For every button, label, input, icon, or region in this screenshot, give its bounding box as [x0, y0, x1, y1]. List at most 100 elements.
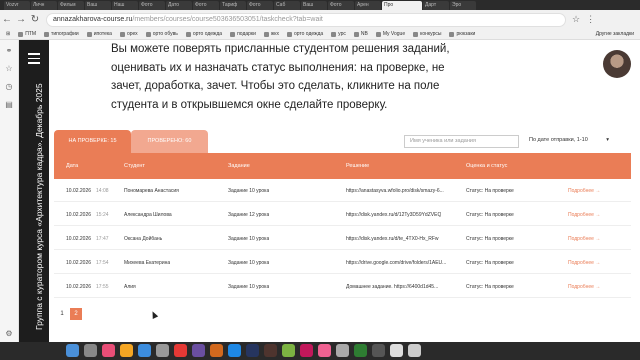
- dock-app-icon[interactable]: [372, 344, 385, 357]
- row-action[interactable]: Подробнее →: [568, 284, 600, 290]
- table-row[interactable]: 10.02.2026 17:55 Алия Задание 10 урока Домаш…: [54, 275, 631, 298]
- dock-app-icon[interactable]: [246, 344, 259, 357]
- url-field[interactable]: annazakharova-course.ru/members/courses/…: [46, 12, 566, 27]
- row-task: Задание 10 урока: [228, 260, 270, 266]
- dock-app-icon[interactable]: [228, 344, 241, 357]
- browser-tab[interactable]: Дарт: [423, 0, 449, 10]
- sort-label: По дате отправки, 1-10: [529, 137, 588, 143]
- dock-app-icon[interactable]: [192, 344, 205, 357]
- row-solution[interactable]: https://drive.google.com/drive/folders/1…: [346, 260, 446, 266]
- bookmark-item[interactable]: урс: [331, 31, 346, 37]
- table-row[interactable]: 10.02.2026 17:54 Михеева Екатерина Задание …: [54, 251, 631, 274]
- browser-tab[interactable]: Vozvr: [4, 0, 30, 10]
- row-action[interactable]: Подробнее →: [568, 260, 600, 266]
- dock-app-icon[interactable]: [300, 344, 313, 357]
- browser-tab[interactable]: Личн: [31, 0, 57, 10]
- dock-app-icon[interactable]: [318, 344, 331, 357]
- tab-pending[interactable]: НА ПРОВЕРКЕ: 15: [54, 130, 131, 153]
- other-bookmarks[interactable]: Другие закладки: [596, 31, 634, 37]
- dock-app-icon[interactable]: [264, 344, 277, 357]
- row-action[interactable]: Подробнее →: [568, 212, 600, 218]
- bookmark-item[interactable]: орто обувь: [145, 31, 178, 37]
- dock-app-icon[interactable]: [120, 344, 133, 357]
- header-task: Задание: [228, 163, 250, 169]
- dock-app-icon[interactable]: [390, 344, 403, 357]
- browser-tab-active[interactable]: Про: [382, 0, 422, 10]
- dock-app-icon[interactable]: [282, 344, 295, 357]
- bookmark-item[interactable]: конкурсы: [413, 31, 441, 37]
- bookmark-item[interactable]: орех: [119, 31, 138, 37]
- browser-tab[interactable]: Ваш: [85, 0, 111, 10]
- row-date: 10.02.2026: [66, 188, 92, 194]
- dock-app-icon[interactable]: [174, 344, 187, 357]
- forward-icon[interactable]: →: [14, 14, 28, 25]
- bookmark-item[interactable]: подарки: [230, 31, 256, 37]
- bookmark-item[interactable]: ПТМ: [18, 31, 36, 37]
- bookmark-item[interactable]: My Vogue: [375, 31, 405, 37]
- tab-strip: Vozvr Личн Фильм Ваш Наш Фото Дато Фото Тариф Фот…: [0, 0, 640, 10]
- browser-tab[interactable]: Фото: [193, 0, 219, 10]
- share-icon[interactable]: ⚭: [6, 46, 13, 55]
- browser-tab[interactable]: Фильм: [58, 0, 84, 10]
- row-action[interactable]: Подробнее →: [568, 236, 600, 242]
- menu-icon[interactable]: [28, 53, 40, 67]
- browser-tab[interactable]: Саб: [274, 0, 300, 10]
- browser-tab[interactable]: Наш: [112, 0, 138, 10]
- dock-app-icon[interactable]: [84, 344, 97, 357]
- dock-app-icon[interactable]: [66, 344, 79, 357]
- browser-tab[interactable]: Фото: [328, 0, 354, 10]
- reading-list-icon[interactable]: ▤: [5, 100, 13, 109]
- browser-tab[interactable]: Фото: [247, 0, 273, 10]
- back-icon[interactable]: ←: [0, 14, 14, 25]
- row-solution[interactable]: https://disk.yandex.ru/d/12Ty3D59YdZVEQ: [346, 212, 441, 218]
- tab-checked[interactable]: ПРОВЕРЕНО: 60: [131, 130, 208, 153]
- dock-app-icon[interactable]: [336, 344, 349, 357]
- extensions-icon[interactable]: ⋮: [586, 14, 595, 25]
- dock-app-icon[interactable]: [138, 344, 151, 357]
- browser-tab[interactable]: Фото: [139, 0, 165, 10]
- bookmark-favicon-icon: [86, 31, 92, 37]
- dock-app-icon[interactable]: [102, 344, 115, 357]
- dock-app-icon[interactable]: [210, 344, 223, 357]
- dock-app-icon[interactable]: [354, 344, 367, 357]
- bookmark-item[interactable]: NB: [353, 31, 368, 37]
- header-status: Оценка и статус: [466, 163, 508, 169]
- star-icon[interactable]: ☆: [5, 64, 12, 73]
- chevron-down-icon: ▾: [606, 137, 609, 143]
- bookmark-item[interactable]: ипотека: [86, 31, 112, 37]
- browser-tab[interactable]: Дато: [166, 0, 192, 10]
- row-status: Статус: На проверке: [466, 188, 514, 194]
- dock-app-icon[interactable]: [156, 344, 169, 357]
- bookmark-item[interactable]: орто одежда: [286, 31, 323, 37]
- row-date: 10.02.2026: [66, 236, 92, 242]
- bookmark-item[interactable]: жкх: [263, 31, 279, 37]
- bookmark-star-icon[interactable]: ☆: [572, 14, 580, 25]
- table-row[interactable]: 10.02.2026 14:08 Пономарева Анастасия Задан…: [54, 179, 631, 202]
- row-action[interactable]: Подробнее →: [568, 188, 600, 194]
- history-icon[interactable]: ◷: [6, 82, 13, 91]
- browser-tab[interactable]: Эро: [450, 0, 476, 10]
- header-date: Дата: [66, 163, 79, 169]
- page-2[interactable]: 2: [70, 308, 82, 320]
- page-1[interactable]: 1: [56, 308, 68, 320]
- row-solution[interactable]: Домашнее задание. https://6400d1d45...: [346, 284, 438, 290]
- bookmark-item[interactable]: орто одежда: [185, 31, 222, 37]
- reload-icon[interactable]: ↻: [28, 14, 42, 25]
- bookmark-item[interactable]: рюкзаки: [449, 31, 475, 37]
- browser-tab[interactable]: Тариф: [220, 0, 246, 10]
- row-solution[interactable]: https://anastasyva.wfolio.pro/disk/smazy…: [346, 188, 444, 194]
- apps-icon[interactable]: ⊞: [6, 31, 10, 37]
- row-student: Александра Шилова: [124, 212, 172, 218]
- bookmark-item[interactable]: типографии: [44, 31, 79, 37]
- search-input[interactable]: Имя ученика или задания: [404, 135, 519, 148]
- table-row[interactable]: 10.02.2026 17:47 Оксана Дойбань Задание 10 …: [54, 227, 631, 250]
- browser-tab[interactable]: Ваш: [301, 0, 327, 10]
- sort-select[interactable]: По дате отправки, 1-10 ▾: [529, 137, 609, 143]
- dock-app-icon[interactable]: [408, 344, 421, 357]
- table-row[interactable]: 10.02.2026 15:24 Александра Шилова Задание …: [54, 203, 631, 226]
- row-student: Пономарева Анастасия: [124, 188, 179, 194]
- row-solution[interactable]: https://disk.yandex.ru/d/te_4TX0-Hx_RFw: [346, 236, 439, 242]
- browser-tab[interactable]: Арен: [355, 0, 381, 10]
- settings-icon[interactable]: ⚙: [5, 329, 12, 338]
- avatar[interactable]: [603, 50, 631, 78]
